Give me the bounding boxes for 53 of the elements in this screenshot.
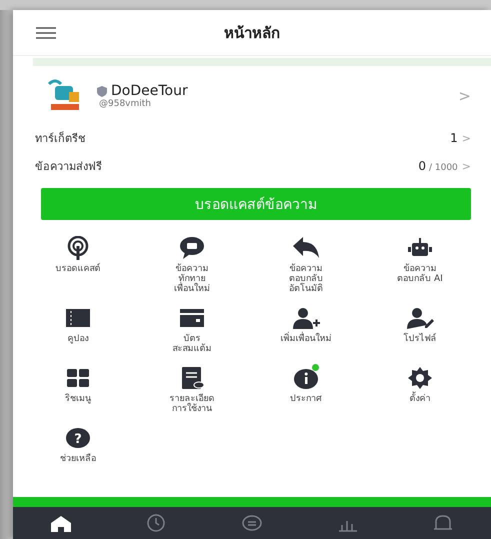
menu-item[interactable]: ริชเมนู [21,366,135,414]
user-icon [405,306,435,330]
menu-label: โปรไฟล์ [404,334,436,344]
menu-item[interactable]: ข้อความ ทักทาย เพื่อนใหม่ [135,236,249,294]
stat-row[interactable]: ข้อความส่งฟรี 0 / 1000 > [13,152,491,180]
chat-bubble-icon [177,236,207,260]
info-icon [291,366,321,390]
menu-label: เพิ่มเพื่อนใหม่ [280,334,332,344]
stat-value: 0 [418,159,426,173]
menu-label: ริชเมนู [65,394,91,404]
card-icon [177,306,207,330]
menu-item[interactable]: บัตร สะสมแต้ม [135,306,249,354]
menu-label: ประกาศ [290,394,322,404]
page-title: หน้าหลัก [223,22,281,44]
menu-item[interactable]: เพิ่มเพื่อนใหม่ [249,306,363,354]
menu-label: ช่วยเหลือ [60,454,96,464]
menu-item[interactable]: ? ช่วยเหลือ [21,426,135,464]
menu-item[interactable]: ตั้งค่า [363,366,477,414]
menu-item[interactable]: ประกาศ [249,366,363,414]
chat-icon[interactable] [240,513,264,533]
stat-label: ข้อความส่งฟรี [35,159,102,175]
menu-item[interactable]: ข้อความ ตอบกลับ AI [363,236,477,294]
menu-label: ข้อความ ตอบกลับ AI [397,264,443,284]
menu-label: รายละเอียด การใช้งาน [170,394,214,414]
chevron-icon: > [462,160,471,173]
menu-item[interactable]: คูปอง [21,306,135,354]
stat-row[interactable]: ทาร์เก็ตรีช 1 > [13,124,491,152]
menu-item[interactable]: รายละเอียด การใช้งาน [135,366,249,414]
menu-icon[interactable] [36,26,56,38]
menu-label: คูปอง [68,334,88,344]
menu-label: บรอดแคสต์ [56,264,100,274]
menu-item[interactable]: บรอดแคสต์ [21,236,135,294]
account-card[interactable]: DoDeeTour @958vmith > [13,66,491,124]
account-id: @958vmith [99,99,152,109]
shield-icon [97,86,107,96]
reply-arrow-icon [291,236,321,260]
menu-label: ข้อความ ตอบกลับ อัตโนมัติ [289,264,323,294]
home-icon[interactable] [48,513,73,533]
stat-label: ทาร์เก็ตรีช [35,130,85,147]
menu-item[interactable]: โปรไฟล์ [363,306,477,354]
add-user-icon [291,306,321,330]
chevron-icon: > [458,87,471,105]
ticket-icon [63,306,93,330]
stat-limit: / 1000 [428,163,458,173]
menu-label: บัตร สะสมแต้ม [172,334,212,354]
account-name: DoDeeTour [111,83,188,99]
menu-label: ตั้งค่า [410,394,430,404]
notification-dot [312,364,319,371]
menu-label: ข้อความ ทักทาย เพื่อนใหม่ [174,264,210,294]
chevron-icon: > [462,132,471,145]
help-icon: ? [63,426,93,450]
stat-value: 1 [450,131,458,145]
menu-item[interactable]: ข้อความ ตอบกลับ อัตโนมัติ [249,236,363,294]
